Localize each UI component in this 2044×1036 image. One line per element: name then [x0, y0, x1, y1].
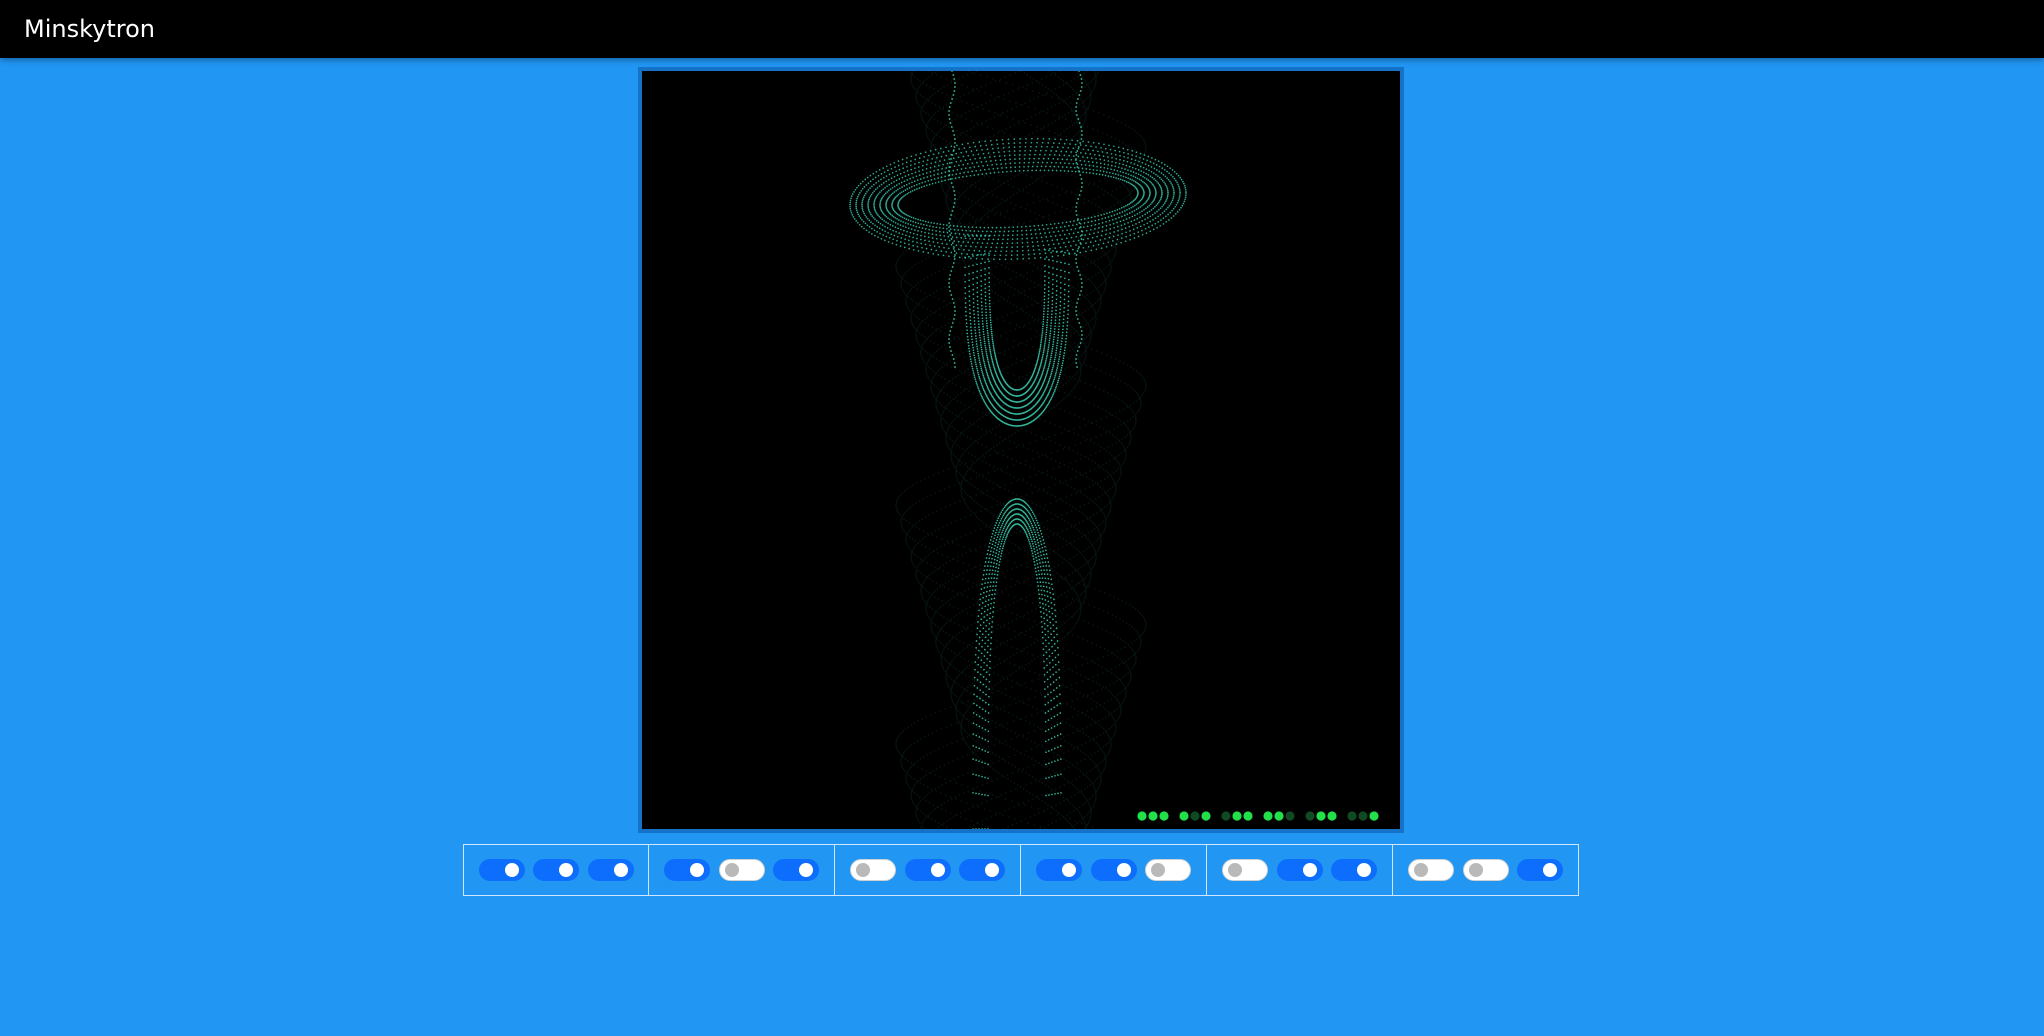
- status-light-1-2: [1148, 811, 1158, 821]
- toggle-switch-1-2[interactable]: [533, 859, 579, 881]
- switch-group-5: [1207, 844, 1393, 896]
- toggle-switch-3-1[interactable]: [849, 859, 896, 881]
- toggle-switch-5-3[interactable]: [1331, 859, 1378, 881]
- status-light-3-2: [1232, 811, 1242, 821]
- status-light-3-3: [1243, 811, 1253, 821]
- status-light-6-2: [1358, 811, 1368, 821]
- switch-knob: [1543, 863, 1558, 877]
- status-light-5-2: [1316, 811, 1326, 821]
- status-light-1-1: [1137, 811, 1147, 821]
- status-light-4-2: [1274, 811, 1284, 821]
- toggle-switch-3-2[interactable]: [904, 859, 951, 881]
- status-light-2-2: [1190, 811, 1200, 821]
- toggle-switch-4-3[interactable]: [1145, 859, 1192, 881]
- toggle-switch-5-2[interactable]: [1276, 859, 1323, 881]
- switch-knob: [724, 863, 739, 877]
- toggle-switch-6-2[interactable]: [1462, 859, 1509, 881]
- switch-panel: [463, 844, 1581, 896]
- switch-group-6: [1393, 844, 1579, 896]
- switch-knob: [855, 863, 870, 877]
- toggle-switch-2-2[interactable]: [718, 859, 765, 881]
- switch-knob: [1413, 863, 1428, 877]
- switch-knob: [1116, 863, 1131, 877]
- status-light-6-1: [1347, 811, 1357, 821]
- switch-group-1: [463, 844, 649, 896]
- toggle-switch-5-1[interactable]: [1221, 859, 1268, 881]
- switch-knob: [613, 863, 628, 877]
- switch-knob: [504, 863, 519, 877]
- switch-knob: [1357, 863, 1372, 877]
- toggle-switch-4-2[interactable]: [1090, 859, 1137, 881]
- switch-knob: [985, 863, 1000, 877]
- app-title: Minskytron: [24, 15, 155, 43]
- status-light-1-3: [1159, 811, 1169, 821]
- toggle-switch-1-3[interactable]: [587, 859, 634, 881]
- switch-group-4: [1021, 844, 1207, 896]
- status-light-5-1: [1305, 811, 1315, 821]
- switch-knob: [1227, 863, 1242, 877]
- toggle-switch-3-3[interactable]: [959, 859, 1006, 881]
- switch-group-2: [649, 844, 835, 896]
- switch-group-3: [835, 844, 1021, 896]
- toggle-switch-2-1[interactable]: [663, 859, 710, 881]
- status-light-4-3: [1285, 811, 1295, 821]
- status-light-6-3: [1369, 811, 1379, 821]
- status-light-5-3: [1327, 811, 1337, 821]
- switch-knob: [799, 863, 814, 877]
- toggle-switch-6-3[interactable]: [1517, 859, 1564, 881]
- status-light-3-1: [1221, 811, 1231, 821]
- switch-knob: [1468, 863, 1483, 877]
- switch-knob: [930, 863, 945, 877]
- oscilloscope-canvas: [642, 71, 1400, 829]
- switch-knob: [1061, 863, 1076, 877]
- status-light-2-3: [1201, 811, 1211, 821]
- app-header: Minskytron: [0, 0, 2044, 58]
- switch-knob: [559, 863, 573, 877]
- switch-knob: [1302, 863, 1317, 877]
- display-screen: [638, 67, 1404, 833]
- switch-knob: [1151, 863, 1166, 877]
- switch-knob: [689, 863, 704, 877]
- toggle-switch-2-3[interactable]: [773, 859, 820, 881]
- toggle-switch-1-1[interactable]: [478, 859, 525, 881]
- toggle-switch-4-1[interactable]: [1035, 859, 1082, 881]
- status-light-2-1: [1179, 811, 1189, 821]
- status-light-4-1: [1263, 811, 1273, 821]
- toggle-switch-6-1[interactable]: [1407, 859, 1454, 881]
